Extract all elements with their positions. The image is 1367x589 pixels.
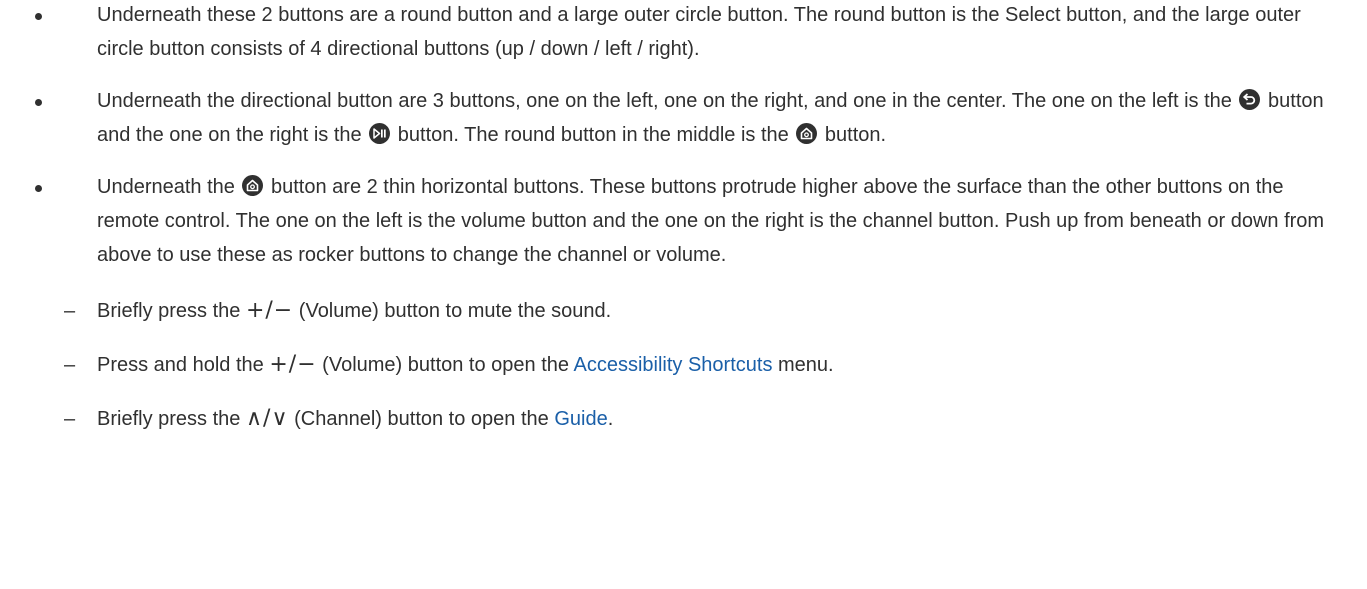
- bullet-dot: [35, 185, 42, 192]
- bullet-dot: [35, 99, 42, 106]
- sub-item-mute: – Briefly press the +/− (Volume) button …: [0, 294, 1367, 328]
- play-pause-icon: [369, 123, 391, 144]
- accessibility-shortcuts-link[interactable]: Accessibility Shortcuts: [573, 354, 772, 376]
- sub-item-text: .: [607, 408, 614, 430]
- sub-item-dash: –: [64, 354, 76, 376]
- bullet-text: Underneath these 2 buttons are a round b…: [97, 4, 1301, 60]
- volume-symbol: +/−: [269, 352, 317, 377]
- bullet-dot: [35, 13, 42, 20]
- bullet-select-button: Underneath these 2 buttons are a round b…: [0, 0, 1367, 66]
- sub-item-text: (Volume) button to open the: [316, 354, 574, 376]
- bullet-text: button.: [819, 124, 887, 146]
- channel-symbol: ∧/∨: [245, 406, 289, 431]
- sub-item-guide: – Briefly press the ∧/∨ (Channel) button…: [0, 402, 1367, 436]
- bullet-three-buttons: Underneath the directional button are 3 …: [0, 84, 1367, 152]
- bullet-text: Underneath the directional button are 3 …: [97, 90, 1238, 112]
- sub-item-text: menu.: [772, 354, 834, 376]
- sub-item-text: Press and hold the: [97, 354, 270, 376]
- sub-item-text: (Channel) button to open the: [288, 408, 555, 430]
- bullet-text: button. The round button in the middle i…: [392, 124, 795, 146]
- bullet-text: button are 2 thin horizontal buttons. Th…: [97, 176, 1325, 266]
- bullet-text: Underneath the: [97, 176, 241, 198]
- home-icon: [796, 123, 818, 144]
- document-body: Underneath these 2 buttons are a round b…: [0, 0, 1367, 436]
- return-icon: [1239, 89, 1261, 110]
- sub-item-dash: –: [64, 300, 76, 322]
- sub-item-text: Briefly press the: [97, 408, 246, 430]
- guide-link[interactable]: Guide: [554, 408, 607, 430]
- home-icon: [242, 175, 264, 196]
- sub-item-accessibility: – Press and hold the +/− (Volume) button…: [0, 348, 1367, 382]
- sub-item-text: Briefly press the: [97, 300, 246, 322]
- sub-item-text: (Volume) button to mute the sound.: [293, 300, 612, 322]
- volume-symbol: +/−: [245, 298, 294, 323]
- sub-item-dash: –: [64, 408, 76, 430]
- bullet-rocker-buttons: Underneath the button are 2 thin horizon…: [0, 170, 1367, 272]
